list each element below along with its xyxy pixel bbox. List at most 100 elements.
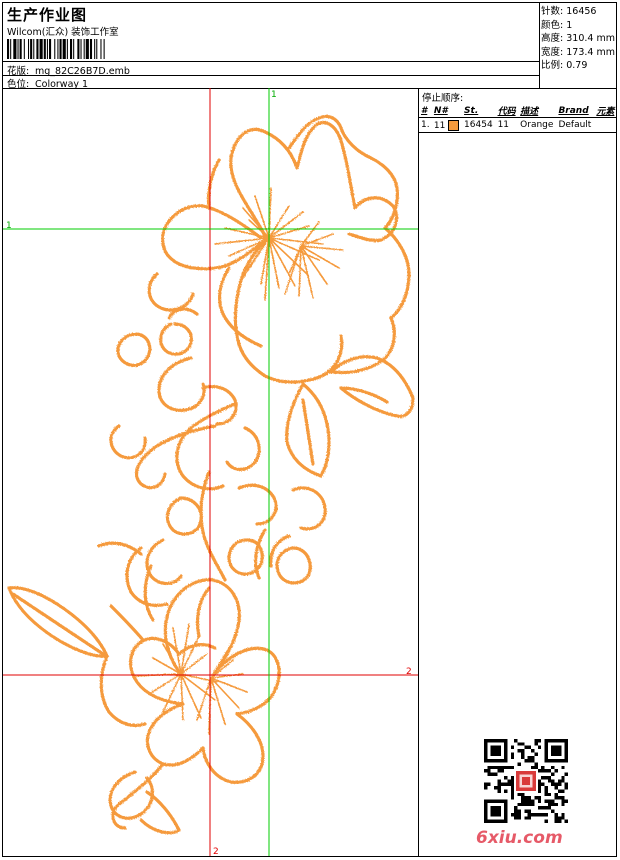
barcode-bar (103, 39, 105, 59)
barcode-bar (83, 39, 85, 59)
qr-module (531, 802, 535, 807)
barcode-bar (94, 39, 96, 59)
qr-module (557, 779, 562, 783)
barcode-bar (100, 39, 102, 59)
qr-module (520, 742, 525, 746)
qr-module (531, 765, 535, 770)
qr-module (564, 772, 568, 776)
qr-module (554, 819, 558, 823)
row-description: Orange (518, 117, 557, 133)
qr-module (531, 759, 535, 763)
qr-module (544, 786, 548, 790)
qr-module (537, 799, 542, 803)
leaf (99, 654, 147, 728)
header: 生产作业图 Wilcom(汇众) 装饰工作室 花版: mg_82C26B7D.em… (3, 3, 616, 90)
bottom-flower-petal (201, 646, 281, 784)
stat-label: 针数: (541, 6, 564, 17)
qr-module (517, 762, 521, 766)
curl (109, 424, 147, 460)
qr-module (537, 806, 542, 810)
barcode-bar (89, 39, 93, 59)
barcode-bar (7, 39, 10, 59)
qr-module (534, 765, 538, 770)
curl (225, 426, 261, 472)
barcode-bar (57, 39, 59, 59)
barcode-bar (19, 39, 22, 59)
qr-module (527, 816, 532, 820)
qr-module (510, 786, 515, 790)
qr-module (554, 792, 558, 797)
qr-module (510, 812, 515, 817)
qr-module (547, 802, 552, 807)
bud (275, 546, 312, 585)
qr-module (561, 796, 565, 800)
qr-module (504, 789, 508, 793)
col-n: N# (433, 105, 448, 116)
bud (159, 322, 193, 356)
stat-label: 颜色: (541, 19, 564, 31)
qr-module (547, 806, 552, 810)
qr-module (484, 769, 488, 773)
stats-panel: 针数: 16456 颜色: 1 高度: 310.4 mm 宽度: 173.4 m… (541, 5, 616, 73)
qr-module (537, 769, 542, 773)
stat-width: 宽度: 173.4 mm (541, 46, 616, 60)
design-preview: 1 1 2 2 (3, 88, 418, 856)
qr-module (494, 772, 498, 776)
stat-value: 16456 (566, 6, 597, 17)
top-flower-stamen (284, 221, 344, 299)
col-element: 元素 (596, 107, 615, 117)
barcode-bar (28, 39, 30, 59)
table-header: # N# St. 代码 描述 Brand 元素 (419, 104, 617, 118)
qr-module (534, 796, 538, 800)
qr-module (537, 739, 542, 743)
qr-module (541, 806, 545, 810)
qr-module (537, 789, 542, 793)
qr-module (517, 802, 521, 807)
qr-module (561, 789, 565, 793)
qr-module (497, 769, 501, 773)
qr-module (510, 752, 515, 756)
header-left: 生产作业图 Wilcom(汇众) 装饰工作室 花版: mg_82C26B7D.em… (3, 3, 540, 90)
production-sheet: 生产作业图 Wilcom(汇众) 装饰工作室 花版: mg_82C26B7D.em… (2, 2, 617, 857)
qr-module (520, 802, 525, 807)
barcode-bar (59, 39, 62, 59)
curl (145, 538, 183, 586)
qr-module (487, 765, 491, 770)
qr-module (510, 745, 515, 750)
qr-module (510, 796, 515, 800)
barcode-bar (54, 39, 56, 59)
qr-module (510, 755, 515, 760)
stat-value: 1 (566, 19, 573, 31)
embroidery-artwork: 1 1 2 2 (3, 88, 418, 856)
qr-module (541, 812, 545, 817)
qr-module (527, 755, 532, 760)
qr-module (531, 799, 535, 803)
qr-module (557, 819, 562, 823)
col-code: 代码 (497, 107, 516, 117)
qr-module (541, 775, 545, 780)
qr-module (497, 765, 501, 770)
qr-module (497, 779, 501, 783)
qr-module (514, 816, 518, 820)
stat-label: 高度: (541, 33, 564, 45)
qr-module (551, 765, 555, 770)
qr-module (510, 779, 515, 783)
qr-module (544, 775, 548, 780)
bottom-flower-petal (129, 636, 205, 767)
qr-module (517, 792, 521, 797)
row-code: 11 (495, 117, 519, 133)
bottom-flower-petal (195, 586, 211, 638)
qr-module (537, 745, 542, 750)
qr-module (554, 769, 558, 773)
qr-module (524, 745, 528, 750)
qr-module (500, 782, 505, 787)
qr-module (484, 782, 488, 787)
qr-module (510, 765, 515, 770)
qr-module (487, 769, 491, 773)
qr-module (561, 816, 565, 820)
qr-module (510, 782, 515, 787)
qr-module (504, 782, 508, 787)
barcode-bar (80, 39, 82, 59)
row-n-value: 11 (433, 120, 446, 131)
stem (111, 762, 165, 830)
